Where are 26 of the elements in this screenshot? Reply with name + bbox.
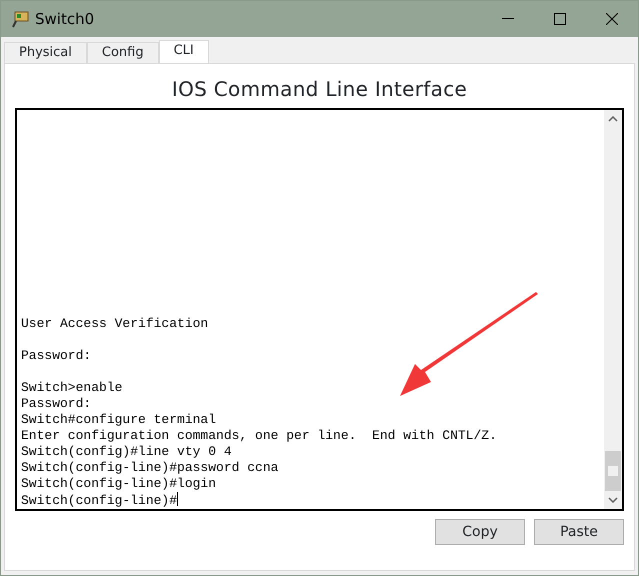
scroll-up-icon <box>608 116 618 122</box>
action-button[interactable]: Copy <box>435 519 525 545</box>
scrollbar[interactable] <box>604 110 622 509</box>
terminal-line: Switch#configure terminal <box>21 412 216 428</box>
tab[interactable]: Config <box>86 42 159 64</box>
tab[interactable]: Physical <box>4 42 87 64</box>
maximize-icon <box>554 13 566 25</box>
minimize-icon <box>502 18 514 20</box>
terminal-line: Password: <box>21 396 92 412</box>
scroll-thumb[interactable] <box>605 451 621 491</box>
terminal-line: Enter configuration commands, one per line. End with CNTL/Z. <box>21 428 497 444</box>
terminal-line: Switch(config-line)# <box>21 492 178 509</box>
scroll-down-icon <box>608 497 618 503</box>
grip-icon <box>608 466 618 476</box>
terminal-line: Switch(config)#line vty 0 4 <box>21 444 232 460</box>
switch-icon <box>11 9 31 29</box>
close-icon <box>606 13 618 25</box>
tab[interactable]: CLI <box>158 40 209 64</box>
action-button[interactable]: Paste <box>534 519 624 545</box>
window-title: Switch0 <box>35 8 94 30</box>
terminal-line: Password: <box>21 347 92 364</box>
terminal-line: Switch(config-line)#login <box>21 476 216 492</box>
panel-heading: IOS Command Line Interface <box>170 76 468 103</box>
terminal-line: User Access Verification <box>21 316 208 332</box>
terminal-line: Switch(config-line)#password ccna <box>21 460 278 476</box>
terminal-line: Switch>enable <box>21 379 122 396</box>
